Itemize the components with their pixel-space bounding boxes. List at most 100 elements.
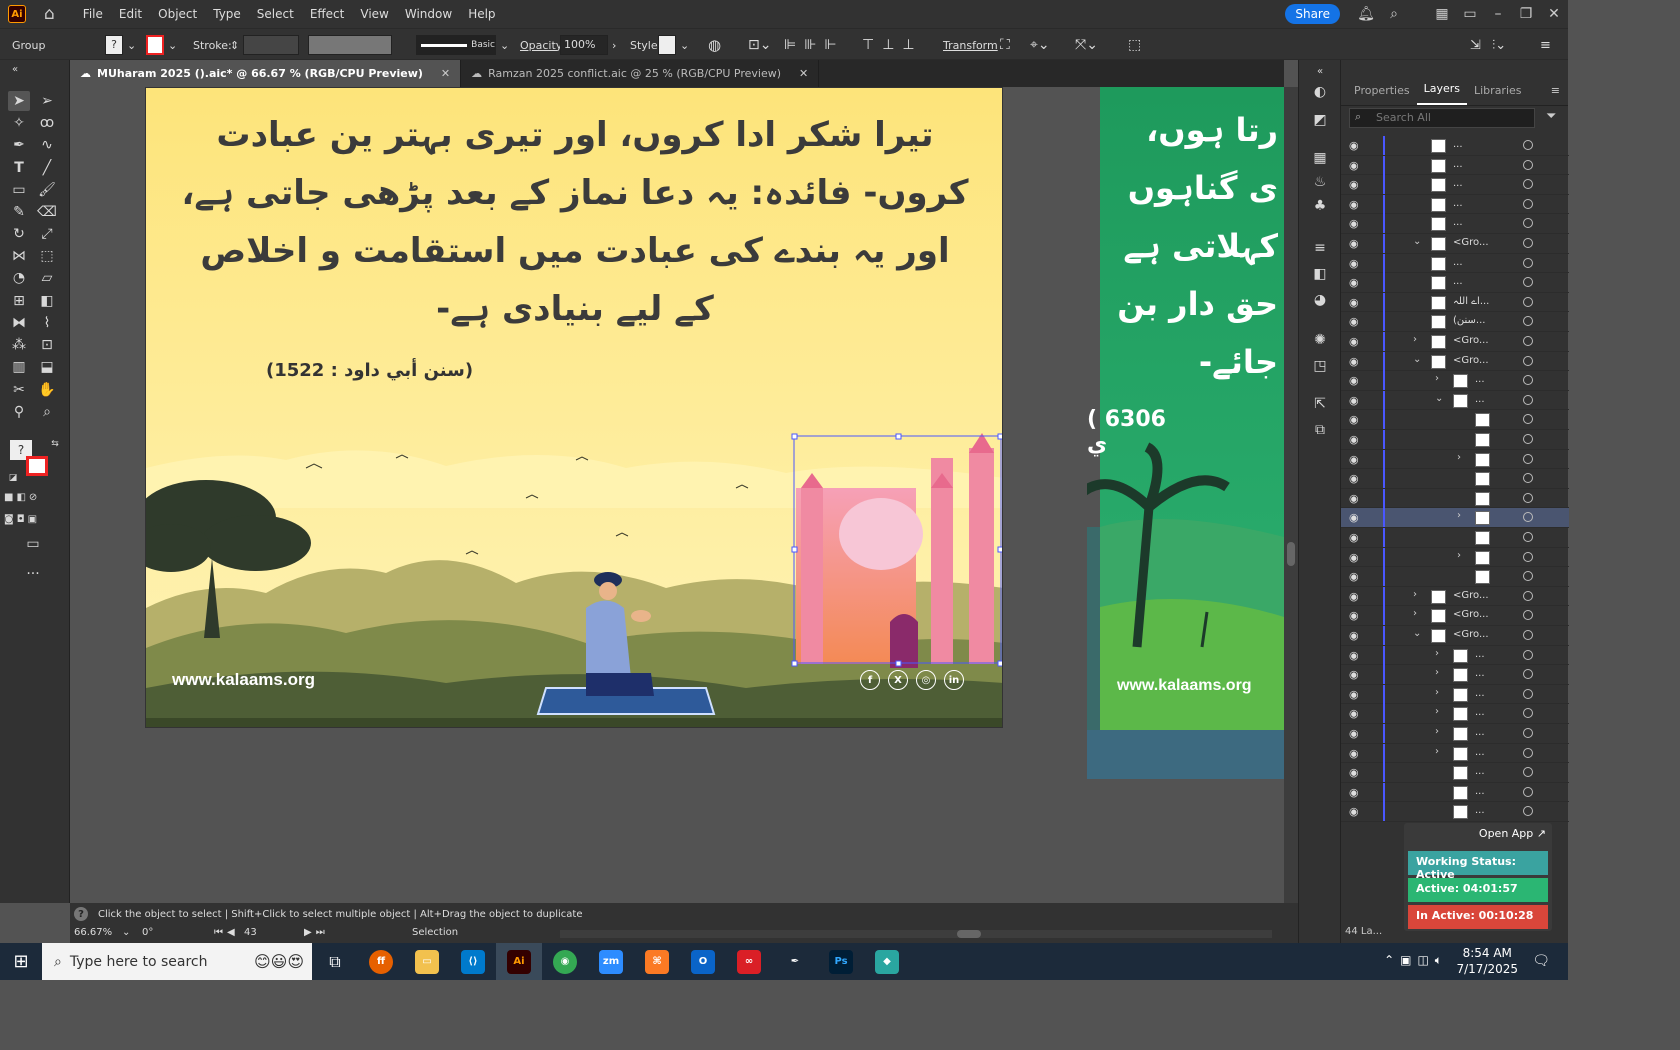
layer-name[interactable]: ... [1475, 649, 1485, 660]
restore-button[interactable]: ❐ [1512, 6, 1540, 22]
chrome-icon[interactable]: ◉ [542, 943, 588, 980]
target-circle-icon[interactable] [1523, 355, 1533, 366]
slice-tool-icon[interactable]: ✂ [8, 380, 30, 400]
target-circle-icon[interactable] [1523, 453, 1533, 464]
zoom-level[interactable]: 66.67% [74, 927, 112, 938]
website-text[interactable]: www.kalaams.org [172, 670, 315, 690]
target-circle-icon[interactable] [1523, 806, 1533, 817]
eraser-icon[interactable]: ⌫ [36, 202, 58, 222]
layer-row[interactable]: ◉ › [1341, 449, 1569, 470]
color-panel-icon[interactable]: ◐ [1309, 82, 1331, 102]
layer-row[interactable]: ◉ ⌄ <Gro... [1341, 351, 1569, 372]
app-icon[interactable]: ◆ [864, 943, 910, 980]
visibility-eye-icon[interactable]: ◉ [1349, 453, 1359, 466]
pen-tool-icon[interactable]: ✒ [8, 135, 30, 155]
layer-row[interactable]: ◉ › [1341, 508, 1569, 528]
tab-libraries[interactable]: Libraries [1467, 84, 1529, 105]
hadith-reference-2[interactable]: ( 6306 ي [1087, 407, 1188, 457]
minimize-button[interactable]: – [1484, 6, 1512, 22]
search-icon[interactable]: ⌕ [1380, 6, 1408, 22]
target-circle-icon[interactable] [1523, 590, 1533, 601]
target-circle-icon[interactable] [1523, 198, 1533, 209]
mesh-tool-icon[interactable]: ⊞ [8, 291, 30, 311]
horizontal-scrollbar[interactable] [560, 930, 1272, 938]
layer-name[interactable]: ... [1453, 276, 1463, 287]
target-circle-icon[interactable] [1523, 218, 1533, 229]
layer-row[interactable]: ◉ › <Gro... [1341, 332, 1569, 352]
tab-properties[interactable]: Properties [1347, 84, 1417, 105]
layer-row[interactable]: ◉... [1341, 175, 1569, 195]
visibility-eye-icon[interactable]: ◉ [1349, 139, 1359, 152]
layer-name[interactable]: ... [1475, 747, 1485, 758]
layer-name[interactable]: <Gro... [1453, 629, 1489, 640]
windows-start-icon[interactable]: ⊞ [0, 951, 42, 972]
layer-name[interactable]: <Gro... [1453, 609, 1489, 620]
target-circle-icon[interactable] [1523, 159, 1533, 170]
bell-icon[interactable]: 🔔︎ [1352, 6, 1380, 22]
target-circle-icon[interactable] [1523, 257, 1533, 268]
hadith-reference[interactable]: (سنن أبي داود : 1522) [266, 360, 473, 381]
layer-row[interactable]: ◉ ›... [1341, 684, 1569, 705]
expand-arrow-icon[interactable]: › [1435, 746, 1439, 757]
expand-arrow-icon[interactable]: › [1435, 667, 1439, 678]
opacity-label[interactable]: Opacity: [520, 29, 565, 61]
notifications-icon[interactable]: 🗨︎ [1532, 953, 1550, 969]
layer-row[interactable]: ◉... [1341, 155, 1569, 176]
visibility-eye-icon[interactable]: ◉ [1349, 198, 1359, 211]
expand-arrow-icon[interactable]: › [1413, 608, 1417, 619]
layer-row[interactable]: ◉ › [1341, 547, 1569, 568]
visibility-eye-icon[interactable]: ◉ [1349, 766, 1359, 779]
social-icons[interactable]: f X ◎ in [860, 670, 964, 690]
photoshop-icon[interactable]: Ps [818, 943, 864, 980]
layer-row[interactable]: ◉ ›... [1341, 665, 1569, 685]
layer-row[interactable]: ◉ › <Gro... [1341, 586, 1569, 607]
visibility-eye-icon[interactable]: ◉ [1349, 374, 1359, 387]
rotation-value[interactable]: 0° [142, 927, 153, 938]
layer-row[interactable]: ◉ [1341, 469, 1569, 489]
collapse-tools-icon[interactable]: « [4, 60, 26, 80]
layer-row[interactable]: ◉... [1341, 253, 1569, 274]
layer-name[interactable]: ... [1475, 668, 1485, 679]
visibility-eye-icon[interactable]: ◉ [1349, 492, 1359, 505]
artboards-panel-icon[interactable]: ⧉ [1309, 420, 1331, 440]
panel-toggle-icon[interactable]: ⫶⌄ [1492, 29, 1506, 61]
selection-tool-icon[interactable]: ➤ [8, 91, 30, 111]
expand-arrow-icon[interactable]: ⌄ [1435, 393, 1443, 404]
target-circle-icon[interactable] [1523, 610, 1533, 621]
target-circle-icon[interactable] [1523, 414, 1533, 425]
swap-fill-stroke-icon[interactable]: ⇆ [44, 434, 66, 454]
symbols-icon[interactable]: ♣ [1309, 196, 1331, 216]
creative-cloud-icon[interactable]: ∞ [726, 943, 772, 980]
help-icon[interactable]: ? [74, 907, 88, 921]
target-circle-icon[interactable] [1523, 786, 1533, 797]
close-tab-icon[interactable]: ✕ [441, 67, 450, 80]
envelope-icon[interactable]: ⤧⌄ [1075, 29, 1098, 61]
artboard-muharam[interactable]: تیرا شکر ادا کروں، اور تیری بہتر ین عباد… [145, 87, 1003, 728]
visibility-eye-icon[interactable]: ◉ [1349, 551, 1359, 564]
layer-name[interactable]: ... [1475, 786, 1485, 797]
home-icon[interactable]: ⌂ [44, 4, 55, 24]
visibility-eye-icon[interactable]: ◉ [1349, 296, 1359, 309]
visibility-eye-icon[interactable]: ◉ [1349, 217, 1359, 230]
layer-row[interactable]: ◉ [1341, 488, 1569, 509]
puppet-warp-icon[interactable]: ⌖⌄ [1030, 29, 1050, 61]
layer-name[interactable]: ... [1453, 217, 1463, 228]
live-paint-icon[interactable]: ⊡ [36, 335, 58, 355]
layers-search-input[interactable]: Search All [1349, 108, 1535, 128]
align-to-icon[interactable]: ⊡⌄ [748, 29, 771, 61]
target-circle-icon[interactable] [1523, 375, 1533, 386]
outlook-icon[interactable]: O [680, 943, 726, 980]
layer-row[interactable]: ◉ [1341, 430, 1569, 450]
direct-selection-tool-icon[interactable]: ➢ [36, 91, 58, 111]
stroke-color-icon[interactable] [26, 456, 48, 476]
menu-type[interactable]: Type [205, 7, 249, 21]
menu-help[interactable]: Help [460, 7, 503, 21]
default-colors-icon[interactable]: ◪ [2, 468, 24, 488]
layer-row[interactable]: ◉... [1341, 273, 1569, 293]
graphic-styles-icon[interactable]: ◳ [1309, 356, 1331, 376]
target-circle-icon[interactable] [1523, 767, 1533, 778]
expand-arrow-icon[interactable]: ⌄ [1413, 236, 1421, 247]
hand-tool-icon[interactable]: ✋ [36, 380, 58, 400]
expand-arrow-icon[interactable]: › [1435, 687, 1439, 698]
urdu-text-block-2[interactable]: رتا ہوں، ی گناہوں کہلاتی ہے حق دار بن جا… [1117, 101, 1278, 391]
